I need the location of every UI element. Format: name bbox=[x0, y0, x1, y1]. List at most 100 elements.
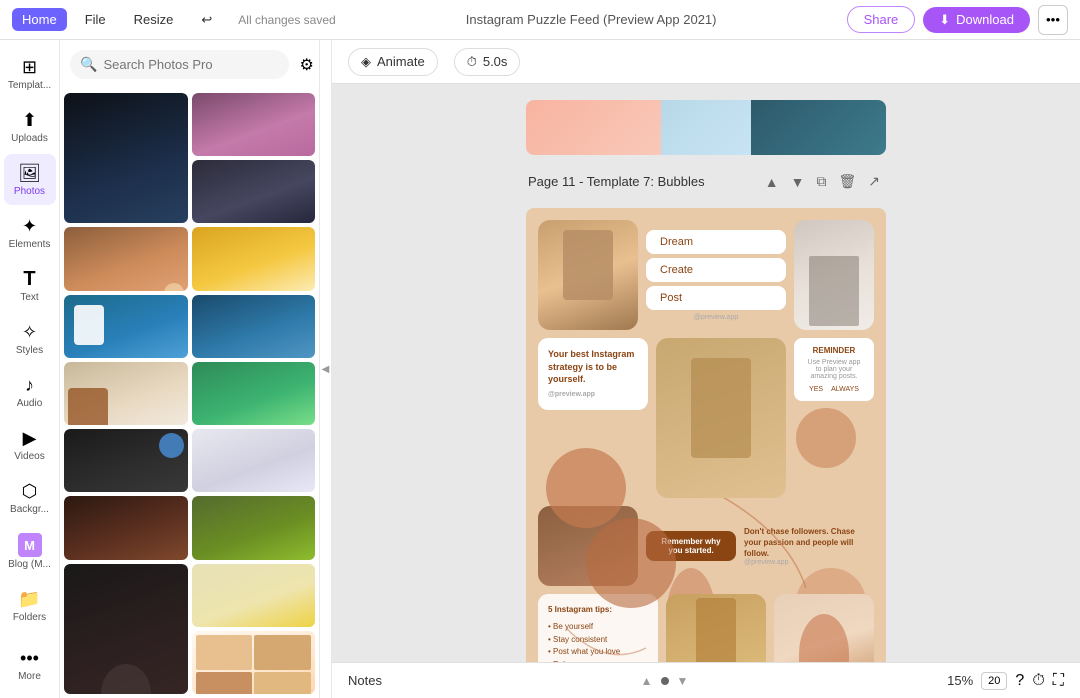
page-progress: ▲ ▼ bbox=[641, 674, 689, 688]
prev-strip-right bbox=[751, 100, 886, 155]
list-item[interactable] bbox=[192, 429, 316, 492]
help-button[interactable]: ? bbox=[1015, 672, 1024, 690]
photo-woman-laptop[interactable] bbox=[794, 220, 874, 330]
sidebar-item-background[interactable]: ⬡ Backgr... bbox=[4, 472, 56, 523]
photo-woman-floral[interactable] bbox=[774, 594, 874, 662]
quote-card: Your best Instagram strategy is to be yo… bbox=[538, 338, 648, 410]
share-button[interactable]: Share bbox=[847, 6, 916, 33]
reminder-buttons: YES ALWAYS bbox=[804, 386, 864, 393]
more-icon: ••• bbox=[1046, 12, 1060, 27]
reminder-always-button[interactable]: ALWAYS bbox=[831, 386, 859, 393]
copy-page-button[interactable]: ⧉ bbox=[812, 171, 830, 192]
dont-chase-text: Don't chase followers. Chase your passio… bbox=[744, 526, 874, 560]
download-button[interactable]: ⬇ Download bbox=[923, 7, 1030, 33]
list-item[interactable] bbox=[192, 564, 316, 627]
folders-icon: 📁 bbox=[19, 588, 41, 610]
canvas-scroll[interactable]: Page 11 - Template 7: Bubbles ▲ ▼ ⧉ 🗑 ↗ bbox=[332, 84, 1080, 662]
bottom-bar: Notes ▲ ▼ 15% 20 ? ⏱ ⛶ bbox=[332, 662, 1080, 698]
list-item[interactable] bbox=[192, 93, 316, 156]
list-item[interactable] bbox=[192, 227, 316, 290]
duration-button[interactable]: ⏱ 5.0s bbox=[454, 48, 521, 76]
photos-icon: 🖼 bbox=[19, 162, 41, 184]
download-label: Download bbox=[956, 12, 1014, 27]
notes-button[interactable]: Notes bbox=[348, 673, 382, 688]
bottom-right: 15% 20 ? ⏱ ⛶ bbox=[947, 672, 1064, 690]
page-header-actions: ▲ ▼ ⧉ 🗑 ↗ bbox=[761, 171, 884, 192]
tip-2: • Stay consistent bbox=[548, 634, 648, 647]
page-canvas[interactable]: Dream Create Post @preview.app bbox=[526, 208, 886, 662]
animate-button[interactable]: ◈ Animate bbox=[348, 48, 438, 76]
list-item[interactable] bbox=[64, 429, 188, 492]
next-page-button[interactable]: ▼ bbox=[677, 674, 689, 688]
home-button[interactable]: Home bbox=[12, 8, 67, 31]
download-icon: ⬇ bbox=[939, 12, 950, 28]
list-item[interactable] bbox=[64, 93, 188, 223]
label-column: Dream Create Post @preview.app bbox=[646, 220, 786, 330]
sidebar-item-styles[interactable]: ✧ Styles bbox=[4, 313, 56, 364]
list-item[interactable] bbox=[64, 227, 188, 290]
sidebar-item-photos[interactable]: 🖼 Photos bbox=[4, 154, 56, 205]
resize-button[interactable]: Resize bbox=[124, 8, 184, 31]
text-icon: T bbox=[19, 268, 41, 290]
list-item[interactable] bbox=[64, 496, 188, 559]
animate-icon: ◈ bbox=[361, 54, 371, 70]
sidebar-item-text[interactable]: T Text bbox=[4, 260, 56, 311]
prev-page-button[interactable]: ▲ bbox=[641, 674, 653, 688]
sidebar-item-uploads[interactable]: ⬆ Uploads bbox=[4, 101, 56, 152]
list-item[interactable] bbox=[192, 631, 316, 694]
collapse-up-button[interactable]: ▲ bbox=[761, 171, 783, 192]
page-dot bbox=[661, 677, 669, 685]
sidebar: ⊞ Templat... ⬆ Uploads 🖼 Photos ✦ Elemen… bbox=[0, 40, 60, 698]
sidebar-item-more[interactable]: ••• More bbox=[4, 639, 56, 690]
photo-woman-pose[interactable] bbox=[666, 594, 766, 662]
elements-icon: ✦ bbox=[19, 215, 41, 237]
fit-page-button[interactable]: 20 bbox=[981, 672, 1007, 690]
search-input-wrap[interactable]: 🔍 bbox=[70, 50, 289, 79]
search-input[interactable] bbox=[103, 57, 279, 72]
quote-handle: @preview.app bbox=[548, 390, 638, 400]
list-item[interactable] bbox=[64, 564, 188, 694]
filter-button[interactable]: ⚙ bbox=[295, 51, 317, 79]
photo-couple[interactable] bbox=[538, 220, 638, 330]
filter-icon: ⚙ bbox=[299, 57, 313, 74]
list-item[interactable] bbox=[192, 362, 316, 425]
list-item[interactable] bbox=[192, 160, 316, 223]
share-page-button[interactable]: ↗ bbox=[864, 171, 884, 192]
background-icon: ⬡ bbox=[19, 480, 41, 502]
reminder-yes-button[interactable]: YES bbox=[809, 386, 823, 393]
sidebar-item-templates[interactable]: ⊞ Templat... bbox=[4, 48, 56, 99]
photo-woman-smiling[interactable] bbox=[656, 338, 786, 498]
blob-1 bbox=[546, 448, 626, 528]
sidebar-item-videos[interactable]: ▶ Videos bbox=[4, 419, 56, 470]
sidebar-item-folders[interactable]: 📁 Folders bbox=[4, 580, 56, 631]
list-item[interactable] bbox=[64, 362, 188, 425]
styles-icon: ✧ bbox=[19, 321, 41, 343]
main-layout: ⊞ Templat... ⬆ Uploads 🖼 Photos ✦ Elemen… bbox=[0, 40, 1080, 698]
file-button[interactable]: File bbox=[75, 8, 116, 31]
clock-icon: ⏱ bbox=[467, 54, 477, 70]
undo-button[interactable]: ↩ bbox=[191, 8, 222, 32]
collapse-down-button[interactable]: ▼ bbox=[787, 171, 809, 192]
list-item[interactable] bbox=[192, 295, 316, 358]
tip-4: • Relax bbox=[548, 659, 648, 662]
audio-icon: ♪ bbox=[19, 374, 41, 396]
list-item[interactable] bbox=[192, 496, 316, 559]
fullscreen-button[interactable]: ⛶ bbox=[1053, 672, 1064, 690]
more-options-button[interactable]: ••• bbox=[1038, 5, 1068, 35]
sidebar-item-elements[interactable]: ✦ Elements bbox=[4, 207, 56, 258]
list-item[interactable] bbox=[64, 295, 188, 358]
tip-1: • Be yourself bbox=[548, 621, 648, 634]
more-icon: ••• bbox=[19, 647, 41, 669]
document-title: Instagram Puzzle Feed (Preview App 2021) bbox=[344, 12, 839, 27]
quote-text: Your best Instagram strategy is to be yo… bbox=[548, 348, 638, 386]
timer-button[interactable]: ⏱ bbox=[1032, 672, 1044, 690]
sidebar-item-audio[interactable]: ♪ Audio bbox=[4, 366, 56, 417]
sidebar-item-blog[interactable]: M Blog (M... bbox=[4, 525, 56, 578]
collapse-panel-button[interactable]: ◀ bbox=[320, 40, 332, 698]
post-card: Post bbox=[646, 286, 786, 310]
canvas-area: ◈ Animate ⏱ 5.0s Page 11 - Template 7: B… bbox=[332, 40, 1080, 698]
saved-status: All changes saved bbox=[238, 13, 335, 27]
delete-page-button[interactable]: 🗑 bbox=[834, 171, 860, 192]
collapse-icon: ◀ bbox=[322, 364, 330, 375]
videos-icon: ▶ bbox=[19, 427, 41, 449]
